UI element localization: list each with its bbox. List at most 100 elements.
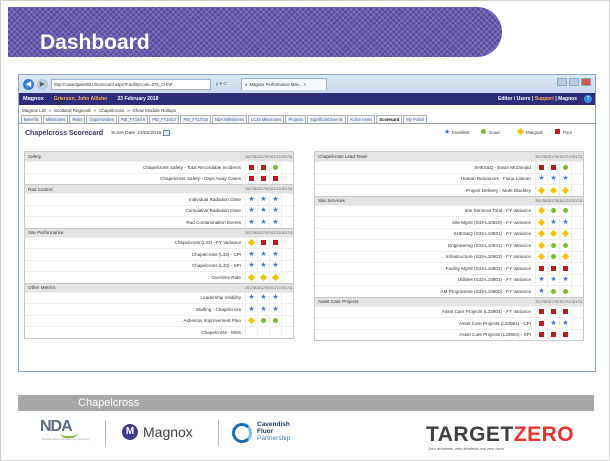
metric-label[interactable]: Infrastructure (S33-L10803) - FY Varianc… xyxy=(315,254,535,259)
close-icon[interactable] xyxy=(581,78,591,86)
tab-pbi-fy16-17[interactable]: PBI_FY16/17 xyxy=(149,115,180,123)
score-cell[interactable] xyxy=(281,216,293,228)
tab-significant-events[interactable]: Significant Events xyxy=(307,115,346,123)
score-cell[interactable] xyxy=(245,237,257,249)
metric-row[interactable]: Chapelcross Safety - Total Recordable In… xyxy=(25,161,293,173)
help-icon[interactable]: ? xyxy=(584,95,592,103)
metric-label[interactable]: Cumulative Radiation Dose xyxy=(25,208,245,213)
breadcrumb-item[interactable]: Chapelcross xyxy=(99,108,124,113)
score-cell[interactable] xyxy=(547,184,559,196)
score-cell[interactable] xyxy=(571,285,583,297)
support-link[interactable]: Support xyxy=(535,96,554,102)
metric-label[interactable]: Site Mgmt (S33-L10820) - FY Variance xyxy=(315,220,535,225)
score-date-input[interactable]: 23/02/2018 xyxy=(137,131,161,136)
metric-row[interactable]: Asset Care Projects (L33804) - CPI ★ ★ xyxy=(315,317,583,329)
score-cell[interactable] xyxy=(269,271,281,283)
score-cell[interactable] xyxy=(535,262,547,274)
score-cell[interactable]: ★ xyxy=(269,193,281,205)
score-cell[interactable] xyxy=(269,237,281,249)
breadcrumb-item[interactable]: Magnox Ltd xyxy=(22,108,46,113)
score-cell[interactable]: ★ xyxy=(559,216,571,228)
score-cell[interactable] xyxy=(281,173,293,185)
metric-label[interactable]: Chapelcross Safety - Days Away Cases xyxy=(25,176,245,181)
metric-row[interactable]: Asbestos Improvement Plan xyxy=(25,314,293,327)
browser-tab[interactable]: ● Magnox Performance Man... × xyxy=(241,78,327,90)
score-cell[interactable]: ★ xyxy=(257,216,269,228)
score-cell[interactable] xyxy=(535,251,547,263)
score-cell[interactable] xyxy=(245,326,257,338)
calendar-icon[interactable] xyxy=(163,130,171,136)
metric-row[interactable]: Chapelcross (L33) - FY Variance xyxy=(25,236,293,249)
score-cell[interactable] xyxy=(281,248,293,260)
score-cell[interactable] xyxy=(535,205,547,217)
score-cell[interactable]: ★ xyxy=(245,260,257,272)
score-cell[interactable]: ★ xyxy=(245,292,257,304)
metric-row[interactable]: Utilities (S33-L10801) - FY Variance ★ ★ ★ xyxy=(315,273,583,286)
score-cell[interactable]: ★ xyxy=(559,274,571,286)
score-cell[interactable] xyxy=(559,205,571,217)
tab-scorecard[interactable]: Scorecard xyxy=(376,115,403,123)
tab-milestones[interactable]: Milestones xyxy=(42,115,69,123)
metric-label[interactable]: Staffing - Chapelcross xyxy=(25,307,245,312)
metric-label[interactable]: Facility Mgmt (S33-L10802) - FY Variance xyxy=(315,266,535,271)
metric-row[interactable]: Human Resources - Fiona Latimer ★ ★ ★ xyxy=(315,172,583,185)
score-cell[interactable] xyxy=(547,285,559,297)
breadcrumb-item[interactable]: Scotland Regional xyxy=(54,108,91,113)
score-cell[interactable]: ★ xyxy=(269,292,281,304)
score-cell[interactable] xyxy=(571,228,583,240)
score-cell[interactable] xyxy=(281,292,293,304)
tab-projects[interactable]: Projects xyxy=(285,115,307,123)
metric-label[interactable]: Engineering (S33-L10941) - FY Variance xyxy=(315,243,535,248)
score-cell[interactable]: ★ xyxy=(257,260,269,272)
score-cell[interactable] xyxy=(547,228,559,240)
metric-row[interactable]: Site Mgmt (S33-L10820) - FY Variance ★ ★ xyxy=(315,216,583,228)
score-cell[interactable] xyxy=(559,184,571,196)
score-cell[interactable] xyxy=(269,315,281,327)
score-cell[interactable] xyxy=(535,306,547,318)
score-cell[interactable] xyxy=(269,161,281,173)
url-input[interactable]: http://cowedgwe8831/Scorecard.aspx?Facil… xyxy=(51,78,211,90)
score-cell[interactable] xyxy=(481,129,487,135)
score-cell[interactable]: ★ xyxy=(245,216,257,228)
metric-row[interactable]: Cumulative Radiation Dose ★ ★ ★ xyxy=(25,204,293,217)
score-cell[interactable]: ★ xyxy=(444,129,450,136)
score-cell[interactable] xyxy=(535,184,547,196)
magnox-link[interactable]: Magnox xyxy=(558,96,577,102)
tab-opportunities[interactable]: Opportunities xyxy=(86,115,117,123)
score-cell[interactable] xyxy=(535,239,547,251)
score-cell[interactable] xyxy=(535,216,547,228)
score-cell[interactable] xyxy=(281,315,293,327)
metric-label[interactable]: Utilities (S33-L10801) - FY Variance xyxy=(315,277,535,282)
metric-label[interactable]: Chapelcross - MSS xyxy=(25,330,245,335)
score-cell[interactable] xyxy=(571,251,583,263)
score-cell[interactable] xyxy=(571,329,583,341)
score-cell[interactable] xyxy=(281,193,293,205)
score-cell[interactable] xyxy=(535,228,547,240)
score-cell[interactable]: ★ xyxy=(559,317,571,329)
metric-label[interactable]: Project Delivery - Mark Blackley xyxy=(315,188,535,193)
metric-label[interactable]: Asbestos Improvement Plan xyxy=(25,318,245,323)
editor-users-link[interactable]: Editor / Users xyxy=(498,96,531,102)
score-cell[interactable] xyxy=(559,306,571,318)
score-cell[interactable] xyxy=(547,329,559,341)
score-cell[interactable]: ★ xyxy=(245,303,257,315)
score-cell[interactable]: ★ xyxy=(547,173,559,185)
score-cell[interactable]: ★ xyxy=(245,205,257,217)
score-cell[interactable] xyxy=(257,173,269,185)
metric-row[interactable]: Chapelcross - MSS xyxy=(25,326,293,338)
score-cell[interactable] xyxy=(547,262,559,274)
score-cell[interactable] xyxy=(535,161,547,173)
score-cell[interactable] xyxy=(571,173,583,185)
metric-label[interactable]: Chapelcross (L33) - CPI xyxy=(25,252,245,257)
maximize-icon[interactable] xyxy=(569,78,579,86)
tab-my-portal[interactable]: My Portal xyxy=(403,115,427,123)
score-cell[interactable]: ★ xyxy=(245,193,257,205)
metric-row[interactable]: Chapelcross (L33) - CPI ★ ★ ★ xyxy=(25,248,293,260)
score-cell[interactable] xyxy=(571,306,583,318)
tab-benefits[interactable]: Benefits xyxy=(21,115,42,123)
metric-label[interactable]: SHES&Q - Ewan McDonald xyxy=(315,165,535,170)
metric-label[interactable]: AM Programme (S33-L10800) - FY Variance xyxy=(315,289,535,294)
score-cell[interactable]: ★ xyxy=(257,292,269,304)
metric-row[interactable]: Leadership Visibility ★ ★ ★ xyxy=(25,291,293,304)
back-icon[interactable]: ◀ xyxy=(23,78,34,90)
